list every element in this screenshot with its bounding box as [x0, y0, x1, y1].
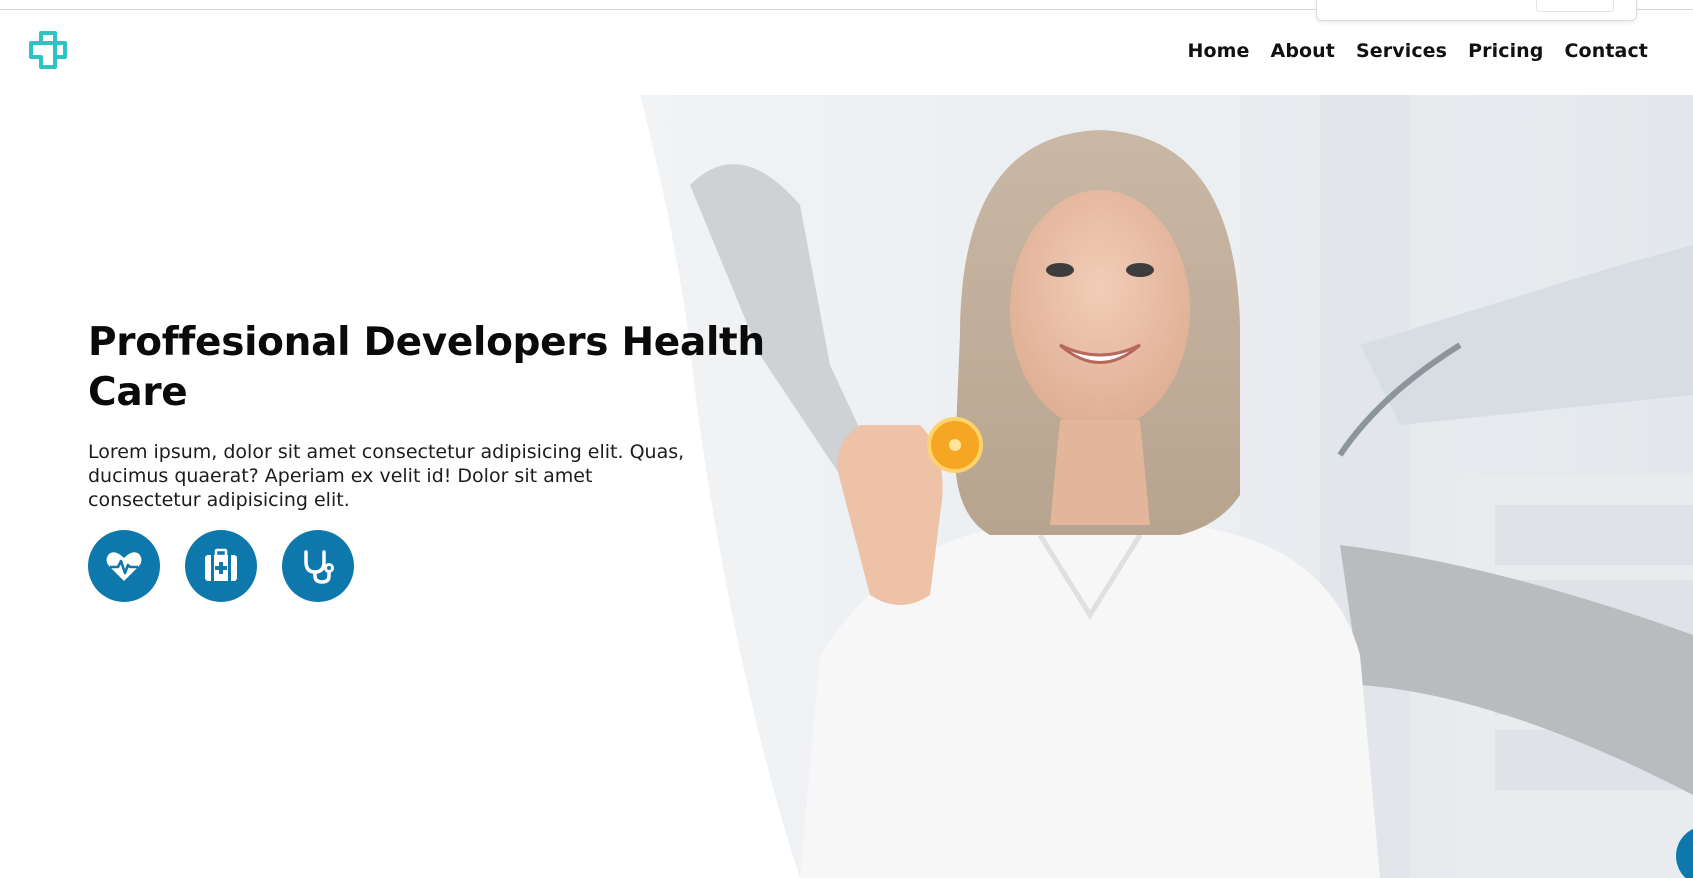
- main-nav: Home About Services Pricing Contact: [1187, 40, 1648, 62]
- nav-services[interactable]: Services: [1356, 40, 1447, 62]
- heartbeat-button[interactable]: [88, 530, 160, 602]
- nav-contact[interactable]: Contact: [1565, 40, 1648, 62]
- nav-home[interactable]: Home: [1187, 40, 1249, 62]
- popup-button[interactable]: [1536, 0, 1614, 12]
- nav-about[interactable]: About: [1271, 40, 1335, 62]
- stethoscope-icon: [304, 550, 334, 584]
- nav-pricing[interactable]: Pricing: [1468, 40, 1543, 62]
- heartbeat-icon: [106, 552, 142, 581]
- dropdown-popup: [1316, 0, 1637, 21]
- stethoscope-button[interactable]: [282, 530, 354, 602]
- hero-description: Lorem ipsum, dolor sit amet consectetur …: [88, 441, 685, 511]
- hero-content: Proffesional Developers Health Care Lore…: [88, 318, 768, 512]
- service-icons: [88, 530, 354, 602]
- logo-icon[interactable]: [27, 29, 69, 71]
- first-aid-button[interactable]: [185, 530, 257, 602]
- hero-title: Proffesional Developers Health Care: [88, 320, 765, 415]
- first-aid-kit-icon: [205, 548, 237, 581]
